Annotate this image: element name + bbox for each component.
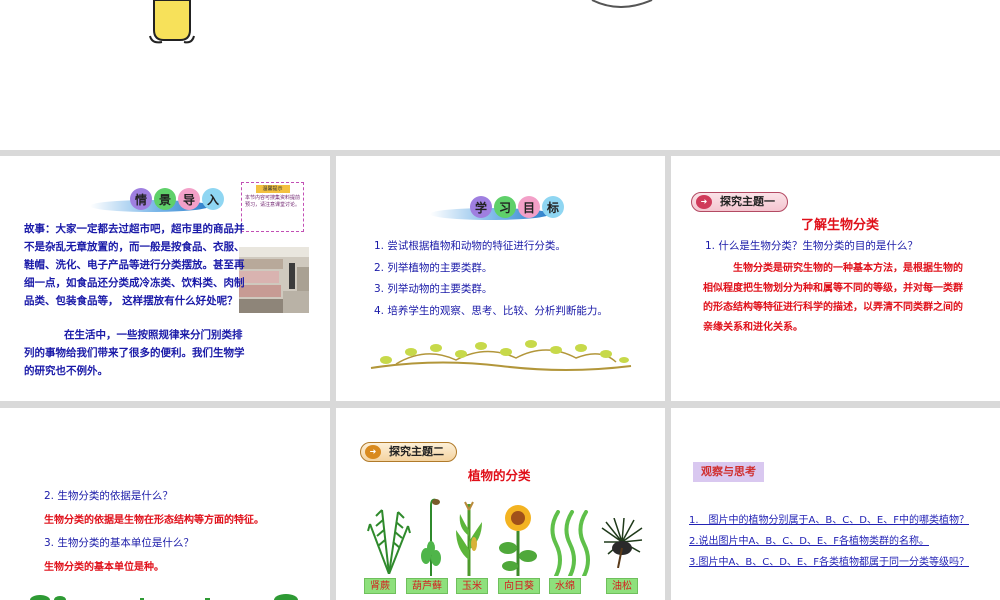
plant-label-fern: 肾蕨 (364, 578, 396, 594)
observe-question[interactable]: 3.图片中A、B、C、D、E、F各类植物都属于同一分类等级吗？ (689, 552, 999, 573)
topic-two-tag-label: 探究主题二 (389, 445, 444, 458)
corn-icon (456, 501, 482, 576)
plant-label-sunflower: 向日葵 (498, 578, 540, 594)
fern-icon (367, 509, 411, 574)
question-3: 3. 生物分类的基本单位是什么？ (44, 537, 194, 549)
observe-question[interactable]: 2.说出图片中A、B、C、D、E、F各植物类群的名称。 (689, 531, 999, 552)
cartoon-person-icon (149, 0, 195, 44)
arrow-icon: ➜ (365, 445, 381, 459)
plant-label-moss: 葫芦藓 (406, 578, 448, 594)
answer-1: 生物分类是研究生物的一种基本方法，是根据生物的相似程度把生物划分为种和属等不同的… (703, 263, 963, 333)
title-char: 目 (518, 196, 540, 218)
supermarket-photo (239, 247, 309, 313)
topic-one-heading: 了解生物分类 (801, 218, 880, 233)
story-text: 故事：大家一定都去过超市吧，超市里的商品并不是杂乱无章放置的，而一般是按食品、衣… (24, 223, 245, 307)
tip-notice-text: 本节内容可搜集资料提前预习，请注意课堂讨论。 (245, 195, 301, 208)
plant-label-pine: 油松 (606, 578, 638, 594)
title-char: 学 (470, 196, 492, 218)
goal-item: 2. 列举植物的主要类群。 (374, 261, 493, 274)
slide-learning-goals[interactable]: 学 习 目 标 1. 尝试根据植物和动物的特征进行分类。 2. 列举植物的主要类… (336, 156, 665, 401)
observe-questions: 1. 图片中的植物分别属于A、B、C、D、E、F中的哪类植物？ 2.说出图片中A… (689, 510, 999, 573)
topic-two-heading: 植物的分类 (468, 468, 531, 483)
answer-2: 生物分类的依据是生物在形态结构等方面的特征。 (44, 515, 264, 526)
plant-label-spirogyra: 水绵 (549, 578, 581, 594)
slide-observe-think[interactable]: 观察与思考 1. 图片中的植物分别属于A、B、C、D、E、F中的哪类植物？ 2.… (671, 408, 1000, 600)
goal-item: 3. 列举动物的主要类群。 (374, 283, 493, 295)
moss-icon (421, 498, 441, 576)
answer-3: 生物分类的基本单位是种。 (44, 562, 164, 573)
tip-notice: 温馨提示 本节内容可搜集资料提前预习，请注意课堂讨论。 (241, 182, 304, 232)
leaf-decoration-icon (30, 594, 298, 600)
topic-one-tag: ➜ 探究主题一 (691, 192, 788, 212)
goals-title: 学 习 目 标 (430, 196, 566, 220)
top-slide-partial (0, 0, 1000, 150)
question-2: 2. 生物分类的依据是什么？ (44, 490, 173, 502)
title-char: 景 (154, 188, 176, 210)
title-char: 入 (202, 188, 224, 210)
observe-question[interactable]: 1. 图片中的植物分别属于A、B、C、D、E、F中的哪类植物？ (689, 510, 999, 531)
goals-list: 1. 尝试根据植物和动物的特征进行分类。 2. 列举植物的主要类群。 3. 列举… (374, 236, 664, 322)
spirogyra-icon (550, 510, 590, 576)
topic-two-tag: ➜ 探究主题二 (360, 442, 457, 462)
goal-item: 1. 尝试根据植物和动物的特征进行分类。 (374, 240, 566, 252)
magnifier-icon (591, 0, 653, 8)
plant-label-corn: 玉米 (456, 578, 488, 594)
pine-icon (601, 518, 643, 568)
slide-topic-one[interactable]: ➜ 探究主题一 了解生物分类 1. 什么是生物分类？生物分类的目的是什么？ 生物… (671, 156, 1000, 401)
sunflower-icon (499, 505, 537, 576)
slide-classification-basis[interactable]: 2. 生物分类的依据是什么？ 生物分类的依据是生物在形态结构等方面的特征。 3.… (0, 408, 330, 600)
question-1: 1. 什么是生物分类？生物分类的目的是什么？ (705, 240, 918, 252)
slide-scenario-intro[interactable]: 情 景 导 入 温馨提示 本节内容可搜集资料提前预习，请注意课堂讨论。 故事：大… (0, 156, 330, 401)
observe-tag: 观察与思考 (693, 462, 764, 482)
goal-item: 4. 培养学生的观察、思考、比较、分析判断能力。 (374, 304, 608, 317)
arrow-icon: ➜ (696, 195, 712, 209)
title-char: 情 (130, 188, 152, 210)
title-char: 标 (542, 196, 564, 218)
vine-decoration-icon (370, 340, 632, 371)
story-conclusion: 在生活中，一些按照规律来分门别类排列的事物给我们带来了很多的便利。我们生物学的研… (24, 329, 245, 377)
topic-one-tag-label: 探究主题一 (720, 195, 775, 208)
tip-notice-title: 温馨提示 (255, 185, 290, 193)
slide-topic-two[interactable]: ➜ 探究主题二 植物的分类 肾蕨 葫芦藓 玉米 向日葵 水绵 油松 (336, 408, 665, 600)
title-char: 习 (494, 196, 516, 218)
title-char: 导 (178, 188, 200, 210)
scenario-title: 情 景 导 入 (90, 188, 226, 212)
